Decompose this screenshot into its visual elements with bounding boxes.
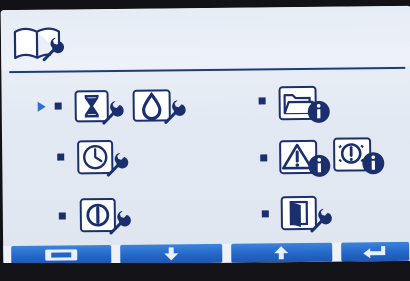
- arrow-up-icon: [274, 246, 289, 260]
- door-wrench-icon[interactable]: [280, 193, 334, 240]
- display-bezel: [0, 0, 410, 281]
- softkey-down[interactable]: [120, 243, 223, 264]
- bezel-bottom: [0, 263, 410, 281]
- power-wrench-icon[interactable]: [79, 195, 133, 242]
- warning-info-icon[interactable]: [278, 137, 334, 184]
- selection-cursor-icon: [37, 101, 46, 112]
- book-wrench-icon: [11, 23, 67, 68]
- hourglass-wrench-icon[interactable]: [73, 87, 125, 132]
- engine-info-icon[interactable]: [332, 134, 388, 181]
- bullet-icon: [58, 212, 66, 220]
- bullet-icon: [258, 97, 266, 105]
- softkey-up[interactable]: [231, 242, 333, 263]
- arrow-down-icon: [164, 247, 179, 261]
- header-bar: [0, 5, 410, 71]
- softkey-bar: [3, 241, 410, 266]
- clock-wrench-icon[interactable]: [76, 137, 130, 184]
- oil-drop-wrench-icon[interactable]: [131, 86, 187, 131]
- bullet-icon: [57, 153, 65, 161]
- softkey-enter[interactable]: [341, 241, 410, 262]
- enter-icon: [363, 246, 386, 259]
- bullet-icon: [54, 102, 62, 110]
- bullet-icon: [260, 154, 268, 162]
- lcd-screen: [0, 5, 410, 266]
- bullet-icon: [261, 210, 269, 218]
- folder-info-icon[interactable]: [277, 83, 333, 130]
